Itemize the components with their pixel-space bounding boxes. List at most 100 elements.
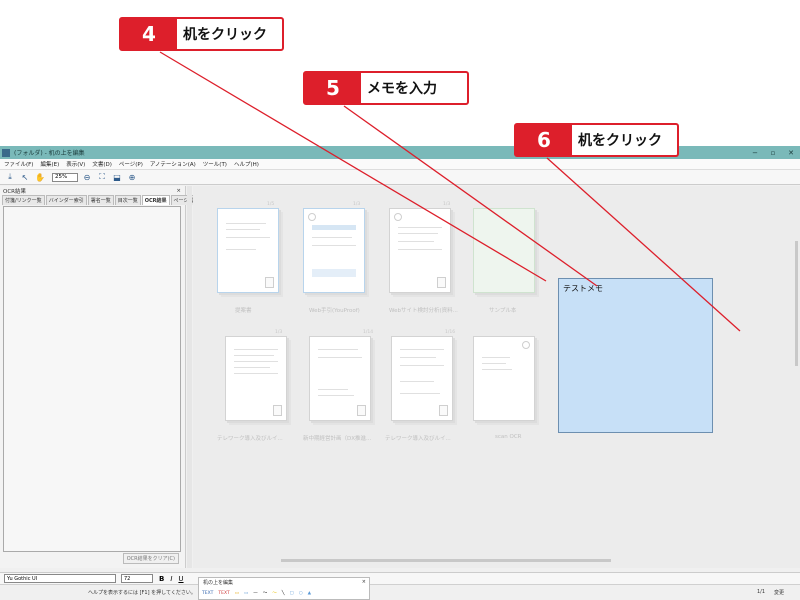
save-icon[interactable]: ⤓ xyxy=(4,172,16,183)
menu-page[interactable]: ページ(P) xyxy=(119,160,143,168)
zoom-out-icon[interactable]: ⊖ xyxy=(81,172,93,183)
page-count: 1/3 xyxy=(275,330,283,335)
tab-binder-index[interactable]: バインダー索引 xyxy=(45,195,87,205)
page-count: 1/3 xyxy=(353,202,361,207)
document-label: 新中期経営計画（DX推進... xyxy=(303,436,372,442)
panel-close-icon[interactable]: × xyxy=(176,188,181,194)
zoom-select[interactable]: 25% xyxy=(52,172,78,182)
document-label: テレワーク導入及びルイ... xyxy=(217,436,283,442)
menu-bar: ファイル(F) 編集(E) 表示(V) 文書(D) ページ(P) アノテーション… xyxy=(0,159,800,170)
hand-icon[interactable]: ✋ xyxy=(34,172,46,183)
panel-tabs: 付箋/リンク一覧 バインダー索引 署名一覧 目次一覧 OCR結果 ページ属性 xyxy=(0,195,202,205)
menu-help[interactable]: ヘルプ(H) xyxy=(234,160,259,168)
page-count: 1/14 xyxy=(363,330,374,335)
title-bar: (フォルダ) - 机の上を編集 − ▫ ✕ xyxy=(0,146,800,159)
callout-text: 机をクリック xyxy=(578,133,662,149)
callout-text: 机をクリック xyxy=(183,27,267,43)
ocr-panel: OCR結果 × 付箋/リンク一覧 バインダー索引 署名一覧 目次一覧 OCR結果… xyxy=(0,186,202,568)
document-label: サンプル本 xyxy=(489,308,517,314)
callout-number: 5 xyxy=(305,73,361,103)
fit-page-icon[interactable]: ⛶ xyxy=(96,172,108,183)
window-title: (フォルダ) - 机の上を編集 xyxy=(14,150,85,157)
text-red-tool-icon[interactable]: TEXT xyxy=(218,591,229,596)
toolbar: ⤓ ↖ ✋ 25% ⊖ ⛶ ⬓ ⊕ xyxy=(0,170,800,185)
palette-tools: TEXT TEXT ▭ ▭ — 〜 〜 ╲ ▢ ○ ▲ xyxy=(199,586,369,600)
palette-close-icon[interactable]: × xyxy=(362,579,366,585)
document-thumbnail xyxy=(473,208,535,293)
menu-view[interactable]: 表示(V) xyxy=(66,160,85,168)
status-bar: ヘルプを表示するには [F1] を押してください。 1/1 変更 xyxy=(0,584,800,600)
zoom-in-icon[interactable]: ⊕ xyxy=(126,172,138,183)
ocr-results-area xyxy=(3,206,181,552)
callout-number: 4 xyxy=(121,19,177,49)
menu-edit[interactable]: 編集(E) xyxy=(40,160,59,168)
ellipse-tool-icon[interactable]: ○ xyxy=(299,591,303,596)
status-mode: 変更 xyxy=(774,590,785,596)
tab-sticky-links[interactable]: 付箋/リンク一覧 xyxy=(2,195,45,205)
document-label: Webサイト検討分析(資料... xyxy=(389,308,458,314)
sticky-yellow-tool-icon[interactable]: ▭ xyxy=(235,591,239,596)
document-thumbnail xyxy=(309,336,371,421)
panel-splitter[interactable] xyxy=(187,186,192,568)
user-icon xyxy=(394,213,402,221)
status-help-text: ヘルプを表示するには [F1] を押してください。 xyxy=(88,590,196,596)
maximize-button[interactable]: ▫ xyxy=(764,149,782,157)
attachment-icon xyxy=(273,405,282,416)
callout-text: メモを入力 xyxy=(367,81,437,97)
document-thumbnail xyxy=(217,208,279,293)
callout-5: 5 メモを入力 xyxy=(303,71,469,105)
attachment-icon xyxy=(437,277,446,288)
menu-annotation[interactable]: アノテーション(A) xyxy=(150,160,196,168)
status-page: 1/1 xyxy=(757,589,766,595)
edit-desk-palette: 机の上を編集 × TEXT TEXT ▭ ▭ — 〜 〜 ╲ ▢ ○ ▲ xyxy=(198,577,370,600)
minimize-button[interactable]: − xyxy=(746,149,764,157)
fit-width-icon[interactable]: ⬓ xyxy=(111,172,123,183)
text-tool-icon[interactable]: TEXT xyxy=(202,591,213,596)
close-button[interactable]: ✕ xyxy=(782,149,800,157)
attachment-icon xyxy=(439,405,448,416)
sticky-memo[interactable]: テストメモ xyxy=(558,278,713,433)
document-label: テレワーク導入及びルイ... xyxy=(385,436,451,442)
clear-ocr-button[interactable]: OCR結果をクリア(C) xyxy=(122,553,179,564)
screenshot: 4 机をクリック 5 メモを入力 6 机をクリック (フォルダ) - 机の上を編… xyxy=(0,0,800,600)
bold-button[interactable]: B xyxy=(159,575,164,583)
rectangle-tool-icon[interactable]: ▢ xyxy=(289,591,293,596)
font-size-select[interactable]: 72 xyxy=(121,574,153,583)
document-label: Web手引(YouProof) xyxy=(309,308,360,314)
pen-tool-icon[interactable]: ╲ xyxy=(282,591,285,596)
document-label: scan OCR xyxy=(495,434,522,440)
marker-tool-icon[interactable]: 〜 xyxy=(272,590,277,596)
callout-6: 6 机をクリック xyxy=(514,123,679,157)
page-count: 1/5 xyxy=(267,202,275,207)
tab-signatures[interactable]: 署名一覧 xyxy=(87,195,114,205)
line-tool-icon[interactable]: — xyxy=(253,591,258,596)
vertical-scrollbar[interactable] xyxy=(795,241,798,366)
sticky-blue-tool-icon[interactable]: ▭ xyxy=(244,591,248,596)
freehand-tool-icon[interactable]: 〜 xyxy=(263,590,268,596)
menu-document[interactable]: 文書(D) xyxy=(92,160,112,168)
font-family-select[interactable]: Yu Gothic UI xyxy=(4,574,116,583)
italic-button[interactable]: I xyxy=(170,575,172,583)
document-label: 提案書 xyxy=(235,308,252,314)
document-thumbnail xyxy=(391,336,453,421)
menu-file[interactable]: ファイル(F) xyxy=(4,160,33,168)
tab-ocr-results[interactable]: OCR結果 xyxy=(141,195,170,205)
document-thumbnail xyxy=(303,208,365,293)
format-bar: Yu Gothic UI 72 B I U xyxy=(0,572,800,584)
pointer-icon[interactable]: ↖ xyxy=(19,172,31,183)
underline-button[interactable]: U xyxy=(178,575,183,583)
document-thumbnail xyxy=(389,208,451,293)
horizontal-scrollbar[interactable] xyxy=(281,559,611,562)
attachment-icon xyxy=(357,405,366,416)
memo-text[interactable]: テストメモ xyxy=(563,283,603,294)
stamp-tool-icon[interactable]: ▲ xyxy=(308,591,311,596)
page-count: 1/3 xyxy=(443,202,451,207)
user-icon xyxy=(308,213,316,221)
callout-number: 6 xyxy=(516,125,572,155)
app-icon xyxy=(2,148,10,157)
tab-contents[interactable]: 目次一覧 xyxy=(114,195,141,205)
user-icon xyxy=(522,341,530,349)
menu-tools[interactable]: ツール(T) xyxy=(203,160,227,168)
callout-4: 4 机をクリック xyxy=(119,17,284,51)
panel-title: OCR結果 xyxy=(3,188,26,195)
